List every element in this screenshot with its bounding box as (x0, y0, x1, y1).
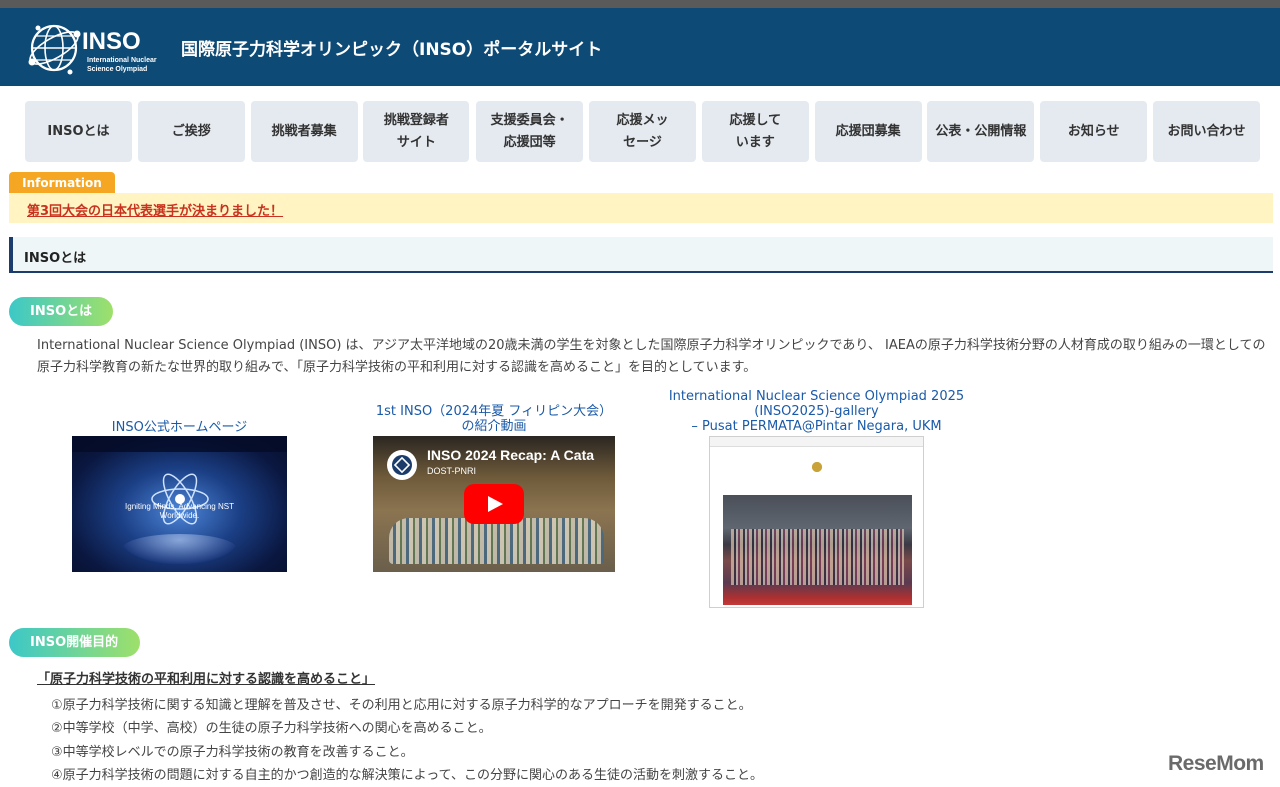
atom-icon (151, 473, 209, 525)
channel-avatar[interactable] (387, 450, 417, 480)
gallery-group-photo (723, 495, 912, 605)
global-nav: INSOとは ご挨拶 挑戦者募集 挑戦登録者サイト 支援委員会・応援団等 応援メ… (25, 101, 1260, 162)
about-section-pill: INSOとは (9, 297, 113, 326)
nav-item-support-message[interactable]: 応援メッセージ (589, 101, 696, 162)
nav-item-supporting[interactable]: 応援しています (701, 101, 809, 162)
purpose-item: ④原子力科学技術の問題に対する自主的かつ創造的な解決策によって、この分野に関心の… (51, 767, 763, 783)
page-heading-bar: INSOとは (9, 237, 1273, 273)
nav-item-registrant-site[interactable]: 挑戦登録者サイト (363, 101, 470, 162)
card-caption-line: INSO公式ホームページ (111, 420, 248, 435)
nav-item-news[interactable]: お知らせ (1040, 101, 1148, 162)
crest-icon (810, 459, 824, 479)
hands-illustration (122, 534, 237, 564)
play-button-icon[interactable] (464, 484, 524, 524)
thumbnail-slogan: Igniting Minds, Advancing NST Worldwide. (72, 502, 287, 520)
logo-wordmark: INSO (82, 28, 141, 55)
page-heading: INSOとは (24, 251, 87, 266)
official-site-thumbnail[interactable]: Igniting Minds, Advancing NST Worldwide. (72, 436, 287, 572)
card-caption-line: – Pusat PERMATA@Pintar Negara, UKM (691, 419, 942, 434)
gallery-thumbnail[interactable] (709, 436, 924, 608)
resemom-watermark: ReseMom (1168, 752, 1264, 775)
card-caption-line: 1st INSO（2024年夏 フィリピン大会） (375, 404, 613, 419)
card-gallery-caption[interactable]: International Nuclear Science Olympiad 2… (660, 389, 973, 434)
thumbnail-navbar (72, 436, 287, 452)
site-header: INSO International Nuclear Science Olymp… (0, 8, 1280, 86)
card-official-site-caption[interactable]: INSO公式ホームページ (72, 420, 287, 435)
thumbnail-slogan-line1: Igniting Minds, Advancing NST (125, 502, 234, 511)
site-title: 国際原子力科学オリンピック（INSO）ポータルサイト (181, 40, 603, 60)
channel-logo-icon (392, 455, 412, 475)
information-tab: Information (9, 172, 115, 193)
group-photo-crowd (389, 518, 604, 564)
purpose-quote: 「原子力科学技術の平和利用に対する認識を高めること」 (37, 672, 376, 687)
atom-globe-icon (28, 24, 81, 75)
information-bar: 第3回大会の日本代表選手が決まりました！ (9, 193, 1273, 223)
card-caption-line: International Nuclear Science Olympiad 2… (668, 389, 965, 404)
nav-item-contact[interactable]: お問い合わせ (1153, 101, 1260, 162)
purpose-item: ①原子力科学技術に関する知識と理解を普及させ、その利用と応用に対する原子力科学的… (51, 698, 752, 713)
about-intro-text: International Nuclear Science Olympiad (… (37, 338, 1266, 375)
purpose-item: ③中等学校レベルでの原子力科学技術の教育を改善すること。 (51, 744, 414, 760)
logo-subtitle-line2: Science Olympiad (87, 66, 148, 73)
card-caption-line: (INSO2025)-gallery (754, 404, 879, 419)
card-caption-line: の紹介動画 (461, 419, 527, 434)
gallery-page-header (710, 437, 923, 447)
nav-item-support-committee[interactable]: 支援委員会・応援団等 (476, 101, 584, 162)
nav-item-public-info[interactable]: 公表・公開情報 (927, 101, 1035, 162)
purpose-item: ②中等学校（中学、高校）の生徒の原子力科学技術への関心を高めること。 (51, 721, 492, 737)
top-strip (0, 0, 1280, 8)
nav-item-greeting[interactable]: ご挨拶 (137, 101, 245, 162)
video-title[interactable]: INSO 2024 Recap: A Cata (427, 447, 594, 463)
card-video-caption[interactable]: 1st INSO（2024年夏 フィリピン大会） の紹介動画 (360, 404, 628, 434)
nav-item-about[interactable]: INSOとは (25, 101, 132, 162)
thumbnail-slogan-line2: Worldwide. (159, 511, 200, 520)
nav-item-recruit[interactable]: 挑戦者募集 (250, 101, 358, 162)
information-link[interactable]: 第3回大会の日本代表選手が決まりました！ (27, 200, 283, 219)
nav-item-supporter-recruit[interactable]: 応援団募集 (814, 101, 922, 162)
youtube-video-embed[interactable]: INSO 2024 Recap: A Cata DOST-PNRI (373, 436, 615, 572)
site-logo[interactable]: INSO International Nuclear Science Olymp… (26, 16, 166, 80)
purpose-section-pill: INSO開催目的 (9, 628, 140, 657)
logo-subtitle-line1: International Nuclear (87, 57, 157, 64)
video-channel[interactable]: DOST-PNRI (427, 466, 476, 476)
purpose-list: ①原子力科学技術に関する知識と理解を普及させ、その利用と応用に対する原子力科学的… (51, 694, 763, 787)
